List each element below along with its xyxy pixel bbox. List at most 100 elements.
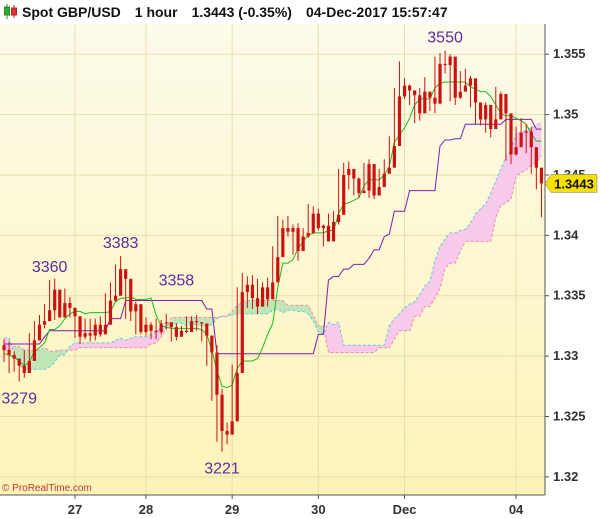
candle-body xyxy=(98,324,102,335)
candle-body xyxy=(448,56,452,66)
candle-body xyxy=(372,164,376,196)
candle-body xyxy=(93,324,97,336)
candle-body xyxy=(499,94,503,120)
cloud-segment xyxy=(80,342,86,348)
candle-body xyxy=(382,173,386,188)
cloud-segment xyxy=(445,232,451,268)
candle-body xyxy=(296,228,300,252)
candle-body xyxy=(129,278,133,312)
candle-body xyxy=(473,78,478,103)
candle-body xyxy=(291,228,295,232)
cloud-segment xyxy=(247,300,253,314)
candle-body xyxy=(235,373,239,422)
candle-body xyxy=(468,78,473,86)
candle-body xyxy=(539,167,544,184)
candle-body xyxy=(342,174,346,215)
candle-body xyxy=(337,214,341,223)
watermark: © ProRealTime.com xyxy=(2,483,92,494)
candle-body xyxy=(331,222,336,242)
candle-body xyxy=(387,167,391,174)
candle-body xyxy=(63,302,67,318)
cloud-segment xyxy=(363,345,370,353)
candle-body xyxy=(245,284,249,293)
candle-body xyxy=(210,335,214,353)
candle-body xyxy=(266,287,270,300)
candle-body xyxy=(255,298,260,307)
candle-body xyxy=(301,236,305,252)
cloud-segment xyxy=(369,345,375,353)
candle-body xyxy=(260,287,265,307)
chart-root: 3279336033833358322135501.3551.351.3451.… xyxy=(0,0,600,519)
y-tick-label: 1.32 xyxy=(553,469,578,484)
candle-body xyxy=(377,187,381,196)
candle xyxy=(499,91,503,120)
candle-body xyxy=(68,302,72,308)
cloud-segment xyxy=(135,336,141,348)
cloud-segment xyxy=(90,342,96,348)
candle-body xyxy=(316,213,320,229)
candle-body xyxy=(438,63,442,104)
candle-body xyxy=(489,104,493,130)
cloud-segment xyxy=(450,232,456,264)
candle-body xyxy=(367,164,371,191)
cloud-segment xyxy=(59,350,65,355)
y-tick-label: 1.35 xyxy=(553,107,578,122)
y-tick-label: 1.355 xyxy=(553,46,586,61)
candle-body xyxy=(149,324,153,331)
candle-body xyxy=(220,394,224,431)
candle-body xyxy=(124,269,128,279)
candle-body xyxy=(42,321,47,325)
candle xyxy=(372,164,376,200)
cloud-segment xyxy=(176,317,182,324)
candle-body xyxy=(306,232,310,237)
candle-body xyxy=(159,323,163,332)
candle-body xyxy=(478,102,483,120)
candlestick-icon xyxy=(4,4,17,19)
candle-body xyxy=(352,168,356,179)
cloud-segment xyxy=(505,150,511,203)
cloud-segment xyxy=(85,342,91,348)
candle-body xyxy=(119,269,123,296)
candle-body xyxy=(443,63,447,66)
cloud-segment xyxy=(475,208,481,242)
candle-body xyxy=(184,330,189,332)
candle-body xyxy=(392,145,396,168)
candle-body xyxy=(73,307,77,317)
candle-body xyxy=(37,324,42,341)
candle-body xyxy=(12,354,16,359)
candle-body xyxy=(134,304,138,312)
x-tick-label: Dec xyxy=(393,502,417,517)
price-change: 1.3443 (-0.35%) xyxy=(191,4,292,20)
cloud-segment xyxy=(480,203,486,242)
candle-body xyxy=(195,321,199,323)
cloud-segment xyxy=(130,336,136,348)
candle-body xyxy=(534,147,538,168)
chart-svg: 3279336033833358322135501.3551.351.3451.… xyxy=(0,24,598,517)
candle-body xyxy=(17,358,21,366)
candle-body xyxy=(494,119,498,130)
candle-body xyxy=(519,132,523,148)
chart-header: Spot GBP/USD 1 hour 1.3443 (-0.35%) 04-D… xyxy=(22,0,462,24)
extreme-label: 3550 xyxy=(427,30,463,47)
candle-body xyxy=(2,345,6,351)
cloud-segment xyxy=(105,342,111,348)
y-tick-label: 1.33 xyxy=(553,348,578,363)
cloud-segment xyxy=(140,336,146,348)
candle-body xyxy=(321,225,326,229)
cloud-segment xyxy=(287,305,293,311)
candle-body xyxy=(88,333,92,336)
candle-body xyxy=(83,333,87,337)
candle-body xyxy=(154,330,158,332)
candle-body xyxy=(215,352,219,395)
x-tick-label: 04 xyxy=(509,502,524,517)
candle-body xyxy=(423,91,427,114)
candle-body xyxy=(413,90,417,96)
cloud-segment xyxy=(404,304,410,331)
cloud-segment xyxy=(298,305,304,312)
candle-body xyxy=(230,421,234,435)
candle-body xyxy=(281,228,285,258)
candle-body xyxy=(225,430,229,435)
cloud-segment xyxy=(44,347,50,370)
extreme-label: 3279 xyxy=(1,390,37,407)
candle-body xyxy=(205,323,209,336)
